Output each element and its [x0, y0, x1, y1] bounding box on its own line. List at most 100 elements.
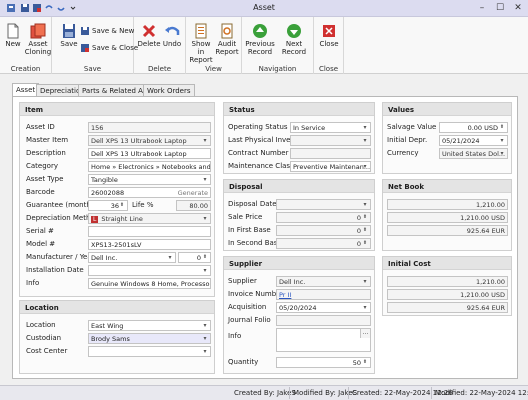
chevron-down-icon[interactable]: ▾	[166, 254, 174, 262]
chevron-down-icon[interactable]: ▾	[201, 176, 209, 184]
audit-report-button[interactable]: Audit Report	[214, 23, 240, 56]
chevron-down-icon[interactable]: ▾	[201, 267, 209, 275]
in-first-base-field[interactable]: 0 ⬍	[276, 225, 371, 236]
in-second-base-label: In Second Base	[228, 239, 282, 247]
chevron-down-icon[interactable]: ▾	[201, 215, 209, 223]
description-label: Description	[26, 149, 66, 157]
maximize-icon[interactable]: ☐	[492, 2, 508, 14]
ribbon-group-navigation: Previous Record Next Record Navigation	[242, 17, 314, 74]
currency-select[interactable]: United States Dol... ▾	[439, 148, 508, 159]
manufacturer-year-field[interactable]: 0 ⬍	[178, 252, 211, 263]
chevron-down-icon[interactable]: ▾	[361, 304, 369, 312]
spinner-icon[interactable]: ⬍	[498, 124, 506, 132]
invoice-number-row: Invoice Number Pr II	[224, 289, 376, 300]
asset-type-select[interactable]: Tangible ▾	[88, 174, 211, 185]
ribbon-group-delete: Delete Undo Delete	[134, 17, 186, 74]
disposal-date-picker[interactable]: ▾	[276, 199, 371, 210]
chevron-down-icon[interactable]: ▾	[498, 137, 506, 145]
description-field[interactable]: Dell XPS 13 Ultrabook Laptop	[88, 148, 211, 159]
save-and-new-button[interactable]: Save & New	[80, 26, 134, 36]
save-button[interactable]: Save	[58, 23, 80, 48]
serial-field[interactable]	[88, 226, 211, 237]
last-inventory-row: Last Physical Inventory ▾	[224, 135, 376, 146]
previous-record-button[interactable]: Previous Record	[244, 23, 276, 56]
initial-depr-date-picker[interactable]: 05/21/2024 ▾	[439, 135, 508, 146]
net-book-value-eur: 925.64 EUR	[387, 225, 508, 236]
supplier-info-field[interactable]: …	[276, 328, 371, 352]
contract-number-field[interactable]	[290, 148, 371, 159]
asset-type-row: Asset Type Tangible ▾	[20, 174, 216, 185]
initial-cost-line: 925.64 EUR	[383, 302, 513, 313]
sale-price-field[interactable]: 0 ⬍	[276, 212, 371, 223]
show-in-report-button[interactable]: Show in Report	[188, 23, 214, 64]
guarantee-field[interactable]: 36 ⬍	[88, 200, 128, 211]
invoice-number-field[interactable]: Pr II	[276, 289, 371, 300]
chevron-down-icon[interactable]: ▾	[498, 150, 506, 158]
journal-folio-field[interactable]	[276, 315, 371, 326]
chevron-down-icon[interactable]: ▾	[361, 201, 369, 209]
operating-status-row: Operating Status In Service ▾	[224, 122, 376, 133]
floppy-disk-icon	[63, 24, 75, 38]
category-field[interactable]: Home » Electronics » Notebooks and Lapto	[88, 161, 211, 172]
acquisition-date-picker[interactable]: 05/20/2024 ▾	[276, 302, 371, 313]
ellipsis-icon[interactable]: …	[360, 329, 370, 338]
close-window-icon[interactable]: ✕	[510, 2, 526, 14]
spinner-icon[interactable]: ⬍	[118, 202, 126, 210]
maintenance-class-select[interactable]: Preventive Maintenan... ▾	[290, 161, 371, 172]
maintenance-class-value: Preventive Maintenan...	[293, 163, 371, 171]
invoice-number-link[interactable]: Pr II	[279, 291, 291, 299]
spinner-icon[interactable]: ⬍	[201, 254, 209, 262]
chevron-down-icon[interactable]: ▾	[361, 163, 369, 171]
clone-icon	[30, 23, 46, 39]
barcode-field[interactable]: 26002088 Generate	[88, 187, 211, 198]
save-close-icon	[81, 44, 89, 52]
next-record-button[interactable]: Next Record	[276, 23, 312, 56]
spinner-icon[interactable]: ⬍	[361, 227, 369, 235]
chevron-down-icon[interactable]: ▾	[201, 322, 209, 330]
supplier-select[interactable]: Dell Inc. ▾	[276, 276, 371, 287]
info-field[interactable]: Genuine Windows 8 Home, Processor: Inte	[88, 278, 211, 289]
location-select[interactable]: East Wing ▾	[88, 320, 211, 331]
minimize-icon[interactable]: –	[474, 2, 490, 14]
chevron-down-icon[interactable]: ▾	[361, 124, 369, 132]
save-and-close-button[interactable]: Save & Close	[80, 43, 138, 53]
save-and-close-label: Save & Close	[92, 44, 139, 52]
depreciation-method-field[interactable]: L Straight Line ▾	[88, 213, 211, 224]
custodian-select[interactable]: Brody Sams ▾	[88, 333, 211, 344]
info-label: Info	[26, 279, 40, 287]
spinner-icon[interactable]: ⬍	[361, 214, 369, 222]
location-value: East Wing	[91, 322, 124, 330]
chevron-down-icon[interactable]: ▾	[361, 137, 369, 145]
spinner-icon[interactable]: ⬍	[361, 240, 369, 248]
operating-status-select[interactable]: In Service ▾	[290, 122, 371, 133]
disposal-header: Disposal	[224, 180, 374, 193]
asset-id-field: 156	[88, 122, 211, 133]
in-second-base-field[interactable]: 0 ⬍	[276, 238, 371, 249]
last-inventory-field[interactable]: ▾	[290, 135, 371, 146]
salvage-value-field[interactable]: 0.00 USD ⬍	[439, 122, 508, 133]
next-record-label: Next Record	[281, 40, 307, 56]
info-row: Info Genuine Windows 8 Home, Processor: …	[20, 278, 216, 289]
close-red-icon	[323, 25, 335, 37]
initial-depr-row: Initial Depr. 05/21/2024 ▾	[383, 135, 513, 146]
chevron-down-icon[interactable]: ▾	[201, 348, 209, 356]
in-second-base-row: In Second Base 0 ⬍	[224, 238, 376, 249]
delete-button[interactable]: Delete	[137, 23, 161, 48]
supplier-info-label: Info	[228, 332, 242, 340]
master-item-field[interactable]: Dell XPS 13 Ultrabook Laptop ▾	[88, 135, 211, 146]
chevron-down-icon[interactable]: ▾	[201, 137, 209, 145]
cost-center-select[interactable]: ▾	[88, 346, 211, 357]
installation-date-picker[interactable]: ▾	[88, 265, 211, 276]
undo-button[interactable]: Undo	[161, 23, 183, 48]
manufacturer-select[interactable]: Dell Inc. ▾	[88, 252, 176, 263]
chevron-down-icon[interactable]: ▾	[361, 278, 369, 286]
spinner-icon[interactable]: ⬍	[361, 359, 369, 367]
new-button[interactable]: New	[3, 23, 23, 48]
asset-cloning-button[interactable]: Asset Cloning	[23, 23, 53, 56]
ribbon-group-view: Show in Report Audit Report View	[186, 17, 242, 74]
model-field[interactable]: XPS13-2501sLV	[88, 239, 211, 250]
chevron-down-icon[interactable]: ▾	[201, 335, 209, 343]
close-button[interactable]: Close	[317, 23, 341, 48]
quantity-stepper[interactable]: 50 ⬍	[276, 357, 371, 368]
generate-barcode-button[interactable]: Generate	[178, 189, 208, 197]
